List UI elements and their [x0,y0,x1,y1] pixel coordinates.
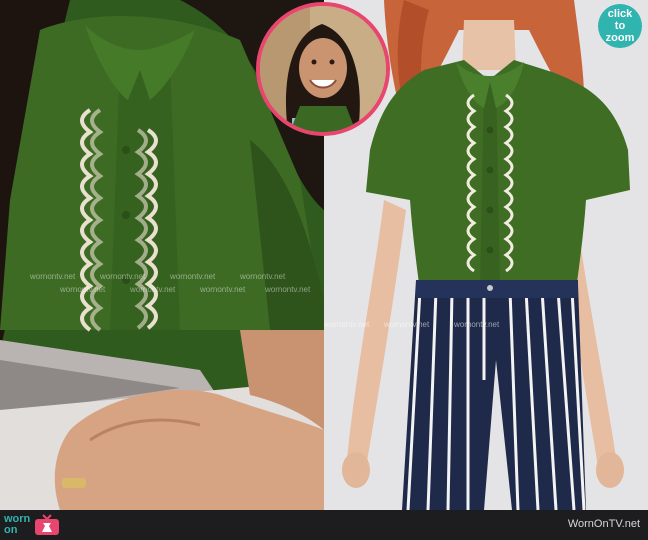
watermark-text: wornontv.net [384,320,430,329]
watermark-text: wornontv.net [60,285,106,294]
click-to-zoom-label: click to zoom [605,8,635,44]
inset-portrait [256,2,390,136]
watermark-text: wornontv.net [454,320,500,329]
site-url[interactable]: WornOnTV.net [568,518,640,530]
inset-illustration [260,6,386,132]
watermark-text: wornontv.net [100,272,146,281]
watermark-text: wornontv.net [170,272,216,281]
wornontv-logo[interactable]: worn on [4,512,60,538]
footer-bar [0,510,648,540]
logo-word-on: on [4,524,18,536]
tv-icon [35,514,60,535]
watermark-text: wornontv.net [265,285,311,294]
logo-wordmark: worn on [4,514,30,536]
watermark-text: wornontv.net [324,320,370,329]
watermark-text: wornontv.net [200,285,246,294]
watermark-text: wornontv.net [30,272,76,281]
watermark-text: wornontv.net [240,272,286,281]
watermark-text: wornontv.net [130,285,176,294]
composite-image: wornontv.net wornontv.net wornontv.net w… [0,0,648,540]
click-to-zoom-button[interactable]: click to zoom [598,4,642,48]
